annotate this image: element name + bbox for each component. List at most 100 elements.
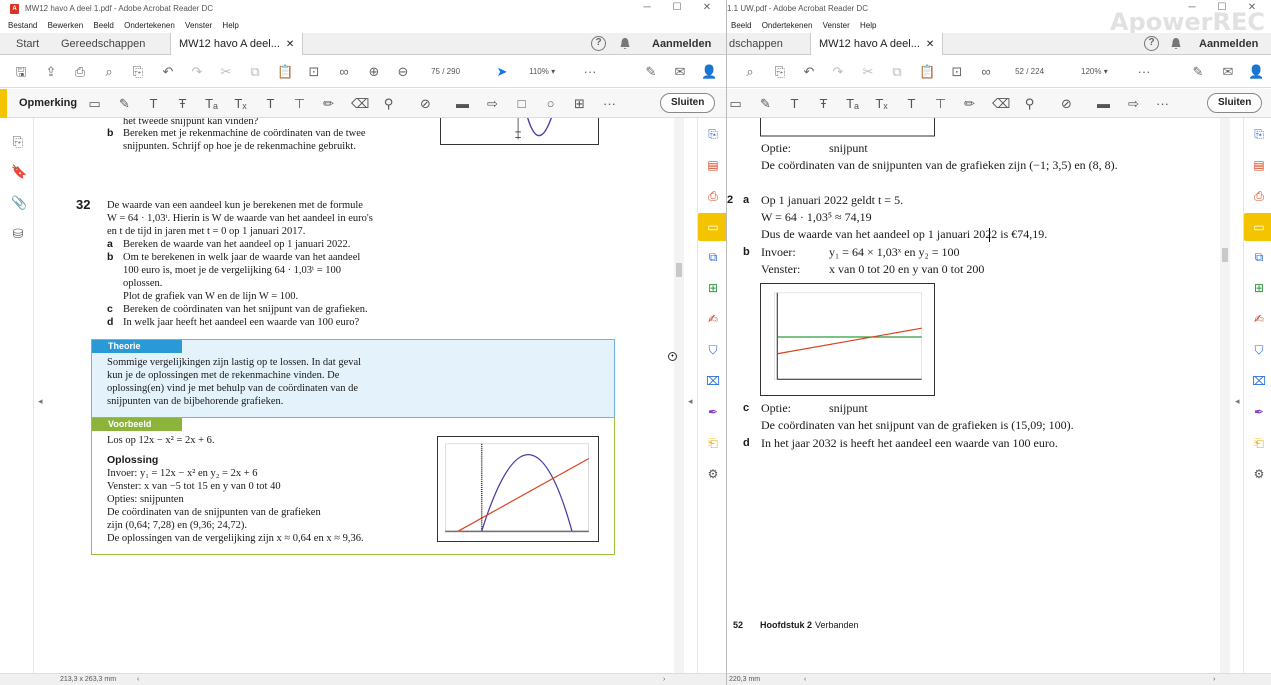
print-icon[interactable]: ⎙ (72, 64, 88, 80)
pages-icon[interactable]: ⎘ (11, 134, 25, 150)
copy-icon[interactable]: ⧉ (247, 64, 263, 80)
scan-icon[interactable]: ⌧ (705, 373, 721, 389)
bell-icon[interactable] (1170, 37, 1182, 50)
sign-link-icon[interactable]: ✎ (1190, 64, 1206, 80)
tab-close-icon[interactable]: ✕ (926, 39, 934, 50)
replace-text-icon[interactable]: Tₐ (845, 96, 860, 111)
pencil-icon[interactable]: ✏ (962, 96, 977, 111)
fill-sign-icon[interactable]: ✍ (1251, 311, 1267, 327)
tab-start[interactable]: Start (16, 33, 39, 55)
add-user-icon[interactable]: 👤 (701, 64, 717, 80)
vertical-scrollbar[interactable] (1220, 118, 1230, 673)
eraser-icon[interactable]: ⌫ (351, 96, 369, 111)
maximize-icon[interactable]: ☐ (662, 0, 692, 18)
zoom-select[interactable]: 120% ▾ (1081, 64, 1108, 80)
collapse-left-icon[interactable]: ◂ (38, 396, 43, 407)
menu-venster[interactable]: Venster (185, 21, 212, 30)
export-pdf-icon[interactable]: ⎙ (705, 188, 721, 204)
menu-bestand[interactable]: Bestand (8, 21, 37, 30)
stamp-icon[interactable]: ⚲ (1022, 96, 1037, 111)
underline-text-icon[interactable]: T (146, 96, 161, 111)
page-number-input[interactable] (418, 64, 440, 79)
help-icon[interactable]: ? (1144, 36, 1159, 51)
insert-text-icon[interactable]: Tₓ (874, 96, 889, 111)
more-comment-icon[interactable]: ··· (1155, 96, 1170, 111)
signature-icon[interactable]: ✒ (1251, 404, 1267, 420)
bell-icon[interactable] (619, 37, 631, 50)
text-comment-icon[interactable]: T (904, 96, 919, 111)
protect-icon[interactable]: ⛉ (1251, 342, 1267, 358)
arrow-icon[interactable]: ⇨ (485, 96, 500, 111)
collapse-right-icon[interactable]: ◂ (688, 396, 693, 407)
more-tools-icon[interactable]: ··· (1136, 64, 1152, 80)
fill-sign-icon[interactable]: ✍ (705, 311, 721, 327)
export-pdf-icon[interactable]: ⎙ (1251, 188, 1267, 204)
menu-beeld[interactable]: Beeld (93, 21, 113, 30)
combine-icon[interactable]: ⊞ (705, 280, 721, 296)
sign-link-icon[interactable]: ✎ (643, 64, 659, 80)
send-review-icon[interactable]: ⎗ (1251, 435, 1267, 451)
mail-icon[interactable]: ✉ (672, 64, 688, 80)
collapse-right-icon[interactable]: ◂ (1235, 396, 1240, 407)
more-comment-icon[interactable]: ··· (602, 96, 617, 111)
redo-icon[interactable]: ↷ (189, 64, 205, 80)
redo-icon[interactable]: ↷ (830, 64, 846, 80)
search-icon[interactable]: ⌕ (742, 64, 758, 80)
cut-icon[interactable]: ✂ (860, 64, 876, 80)
select-cursor-icon[interactable]: ➤ (494, 64, 510, 80)
menu-beeld[interactable]: Beeld (731, 21, 751, 30)
zoom-select[interactable]: 110% ▾ (529, 64, 555, 80)
page-down-icon[interactable]: ⊖ (395, 64, 411, 80)
strikethrough-icon[interactable]: Ŧ (816, 96, 831, 111)
insert-text-icon[interactable]: Tₓ (233, 96, 248, 111)
text-comment-icon[interactable]: T (263, 96, 278, 111)
more-tools-panel-icon[interactable]: ⚙ (1251, 466, 1267, 482)
signature-icon[interactable]: ✒ (705, 404, 721, 420)
tab-document[interactable]: MW12 havo A deel... ✕ (810, 33, 944, 55)
snapshot-icon[interactable]: ⊡ (949, 64, 965, 80)
tab-tools[interactable]: dschappen (729, 33, 783, 55)
strikethrough-icon[interactable]: Ŧ (175, 96, 190, 111)
arrow-icon[interactable]: ⇨ (1126, 96, 1141, 111)
scroll-right-icon[interactable]: › (1213, 674, 1215, 685)
highlight-icon[interactable]: ✎ (117, 96, 132, 111)
signin-button[interactable]: Aanmelden (652, 33, 711, 55)
cut-icon[interactable]: ✂ (218, 64, 234, 80)
combine-icon[interactable]: ⊞ (1251, 280, 1267, 296)
layers-icon[interactable]: ⛁ (11, 226, 25, 242)
copy-icon[interactable]: ⧉ (889, 64, 905, 80)
rectangle-icon[interactable]: □ (514, 96, 529, 111)
organize-icon[interactable]: ▤ (705, 157, 721, 173)
replace-text-icon[interactable]: Tₐ (204, 96, 219, 111)
tab-document[interactable]: MW12 havo A deel... ✕ (170, 33, 304, 55)
close-comment-button[interactable]: Sluiten (660, 93, 716, 113)
edit-pdf-icon[interactable]: ⧉ (705, 249, 721, 265)
signin-button[interactable]: Aanmelden (1199, 33, 1258, 55)
organize-icon[interactable]: ▤ (1251, 157, 1267, 173)
textbox-icon[interactable]: ⊤ (933, 96, 948, 111)
oval-icon[interactable]: ○ (543, 96, 558, 111)
minimize-icon[interactable]: ─ (632, 0, 662, 18)
scroll-right-icon[interactable]: › (663, 674, 665, 685)
menu-help[interactable]: Help (860, 21, 876, 30)
create-pdf-icon[interactable]: ⎘ (1251, 126, 1267, 142)
attach-icon[interactable]: ⊘ (1059, 96, 1074, 111)
highlight-icon[interactable]: ✎ (758, 96, 773, 111)
search-icon[interactable]: ⌕ (101, 64, 117, 80)
more-tools-panel-icon[interactable]: ⚙ (705, 466, 721, 482)
page-number-input[interactable] (1002, 64, 1024, 79)
tab-close-icon[interactable]: ✕ (286, 39, 294, 50)
tab-tools[interactable]: Gereedschappen (61, 33, 145, 55)
sticky-note-icon[interactable]: ▭ (87, 96, 102, 111)
close-comment-button[interactable]: Sluiten (1207, 93, 1263, 113)
scrollbar-thumb[interactable] (676, 263, 682, 277)
send-review-icon[interactable]: ⎗ (705, 435, 721, 451)
comment-tool-icon[interactable]: ▭ (698, 213, 726, 241)
sticky-note-icon[interactable]: ▭ (728, 96, 743, 111)
comment-tool-icon[interactable]: ▭ (1244, 213, 1271, 241)
edit-pdf-icon[interactable]: ⧉ (1251, 249, 1267, 265)
menu-venster[interactable]: Venster (823, 21, 850, 30)
clipboard-icon[interactable]: 📋 (277, 64, 293, 80)
create-pdf-icon[interactable]: ⎘ (705, 126, 721, 142)
menu-bewerken[interactable]: Bewerken (48, 21, 84, 30)
